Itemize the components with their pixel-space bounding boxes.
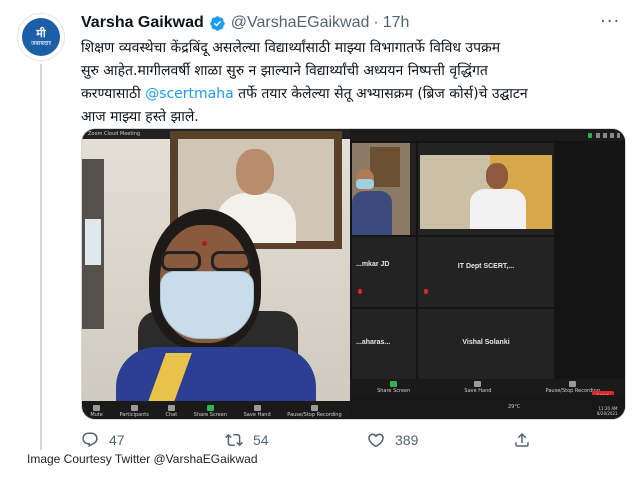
- tweet-line-3: करण्यासाठी @scertmaha तर्फे तयार केलेल्य…: [81, 83, 626, 106]
- door: [82, 159, 104, 329]
- person-mask: [356, 179, 374, 189]
- more-options-icon[interactable]: ···: [600, 11, 620, 32]
- reply-icon: [82, 432, 98, 448]
- tweet-media-image[interactable]: Zoom Cloud Meeting Mute Participants Cha…: [81, 128, 626, 420]
- tweet-timestamp[interactable]: 17h: [383, 14, 410, 32]
- participant-tile-2: [418, 143, 554, 235]
- zoom-btn-participants[interactable]: Participants: [119, 404, 149, 418]
- zoom-top-bar: [350, 129, 625, 141]
- verified-badge-icon: [209, 15, 225, 31]
- retweet-count: 54: [253, 432, 269, 448]
- participants-icon: [130, 404, 138, 411]
- share-screen-icon: [390, 380, 398, 387]
- portrait-head: [236, 149, 274, 195]
- view-controls-icon: [588, 133, 620, 138]
- participant-tile-4: IT Dept SCERT,...: [418, 237, 554, 307]
- face-mask: [160, 271, 254, 339]
- zoom-btn-chat[interactable]: Chat: [165, 404, 178, 418]
- zoom-btn-label: Save Hand: [464, 387, 492, 394]
- zoom-btn-label: Participants: [119, 411, 149, 418]
- door-glass: [85, 219, 101, 265]
- share-screen-icon: [206, 404, 214, 411]
- retweet-button[interactable]: 54: [225, 431, 269, 449]
- mention-link[interactable]: @scertmaha: [145, 86, 234, 102]
- image-credit: Image Courtesy Twitter @VarshaEGaikwad: [27, 452, 258, 466]
- zoom-btn-label: Share Screen: [377, 387, 411, 394]
- zoom-btn-record[interactable]: Pause/Stop Recording: [287, 404, 342, 418]
- clock-date: 8/20/2021: [597, 411, 618, 416]
- participant-tile-5: ...aharas...: [352, 309, 416, 379]
- zoom-toolbar-left: Mute Participants Chat Share Screen Save…: [82, 401, 350, 419]
- eyeglasses: [159, 251, 255, 273]
- participant-name: IT Dept SCERT,...: [457, 263, 515, 270]
- saree-stripe: [146, 353, 192, 407]
- reply-count: 47: [109, 432, 125, 448]
- avatar[interactable]: मी जबाबदार: [17, 13, 65, 61]
- tweet-line-1: शिक्षण व्यवस्थेचा केंद्रबिंदू असलेल्या व…: [81, 40, 501, 56]
- zoom-window-title: Zoom Cloud Meeting: [88, 131, 141, 137]
- avatar-bottom-text: जबाबदार: [30, 39, 52, 47]
- share-button[interactable]: [513, 431, 541, 449]
- reply-button[interactable]: 47: [81, 431, 125, 449]
- gallery-view-pane: ...mkar JD IT Dept SCERT,... ...aharas..…: [350, 129, 625, 419]
- bookshelf: [370, 147, 400, 187]
- participant-tile-6: Vishal Solanki: [418, 309, 554, 379]
- windows-taskbar: 29°C: [350, 395, 625, 419]
- zoom-btn-share[interactable]: Share Screen: [377, 380, 411, 394]
- avatar-logo: मी जबाबदार: [22, 18, 60, 56]
- avatar-top-text: मी: [36, 26, 46, 40]
- saree: [116, 347, 316, 407]
- mic-icon: [93, 404, 101, 411]
- zoom-btn-label: Share Screen: [193, 411, 227, 418]
- tweet-line-3-end: तर्फे तयार केलेल्या सेतू अभ्यासक्रम (ब्र…: [233, 86, 528, 102]
- bindi: [202, 241, 207, 246]
- chat-icon: [167, 404, 175, 411]
- record-icon: [569, 380, 577, 387]
- person-head: [486, 163, 508, 189]
- participant-name: ...mkar JD: [356, 261, 390, 268]
- taskbar-clock: 11:20 AM 8/20/2021: [597, 406, 618, 416]
- zoom-toolbar-right: Share Screen Save Hand Pause/Stop Record…: [350, 379, 625, 395]
- zoom-btn-mute[interactable]: Mute: [90, 404, 103, 418]
- hand-icon: [253, 404, 261, 411]
- zoom-btn-label: Mute: [90, 411, 103, 418]
- participant-name: Vishal Solanki: [462, 339, 510, 346]
- heart-icon: [368, 433, 384, 448]
- person-body: [352, 191, 392, 235]
- zoom-btn-label: Pause/Stop Recording: [287, 411, 342, 418]
- zoom-btn-label: Chat: [165, 411, 178, 418]
- tweet-line-4: आज माझ्या हस्ते झाले.: [81, 109, 199, 125]
- left-lens: [161, 251, 201, 271]
- retweet-icon: [225, 433, 243, 447]
- author-handle[interactable]: @VarshaEGaikwad: [231, 14, 370, 32]
- like-count: 389: [395, 432, 419, 448]
- tweet-line-2: सुरु आहेत.मागीलवर्षी शाळा सुरु न झाल्यान…: [81, 63, 488, 79]
- author-name[interactable]: Varsha Gaikwad: [81, 14, 204, 32]
- self-video-pane: Zoom Cloud Meeting Mute Participants Cha…: [82, 129, 350, 419]
- zoom-btn-hand[interactable]: Save Hand: [243, 404, 271, 418]
- tweet-text: शिक्षण व्यवस्थेचा केंद्रबिंदू असलेल्या व…: [81, 37, 626, 129]
- muted-mic-icon: [358, 289, 362, 294]
- participant-tile-1: [352, 143, 416, 235]
- participant-tile-3: ...mkar JD: [352, 237, 416, 307]
- participant-name: ...aharas...: [356, 339, 391, 346]
- like-button[interactable]: 389: [367, 431, 418, 449]
- muted-mic-icon: [424, 289, 428, 294]
- record-icon: [310, 404, 318, 411]
- zoom-btn-label: Save Hand: [243, 411, 271, 418]
- participant-video-2: [420, 155, 552, 229]
- right-lens: [211, 251, 251, 271]
- share-icon: [515, 432, 529, 447]
- tweet-header: Varsha Gaikwad @VarshaEGaikwad · 17h: [81, 12, 409, 34]
- zoom-btn-share[interactable]: Share Screen: [193, 404, 227, 418]
- tweet-line-3-start: करण्यासाठी: [81, 86, 146, 102]
- zoom-btn-hand[interactable]: Save Hand: [464, 380, 492, 394]
- hand-icon: [474, 380, 482, 387]
- tweet-actions: 47 54 389: [81, 431, 551, 451]
- separator-dot: ·: [373, 14, 379, 31]
- temperature-label: 29°C: [508, 404, 521, 410]
- participant-video-1: [352, 143, 410, 235]
- person-body: [470, 189, 526, 229]
- thread-line: [40, 64, 42, 450]
